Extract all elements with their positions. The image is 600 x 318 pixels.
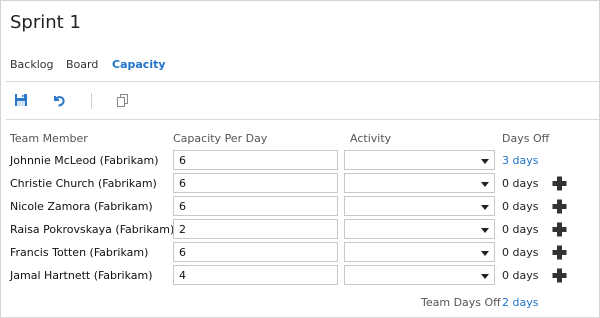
save-button[interactable] [12,91,32,111]
capacity-input[interactable] [173,219,338,239]
add-days-off-button[interactable] [552,199,567,214]
days-off-link[interactable]: 3 days [502,154,538,167]
copy-icon [117,94,128,107]
tab-backlog[interactable]: Backlog [10,58,53,71]
plus-icon [552,222,567,237]
table-row: Johnnie McLeod (Fabrikam) 3 days [1,150,600,173]
table-row: Jamal Hartnett (Fabrikam) 0 days [1,265,600,288]
days-off-value: 0 days [502,177,539,190]
member-name: Francis Totten (Fabrikam) [10,246,149,259]
chevron-down-icon [481,251,489,256]
plus-icon [552,176,567,191]
undo-button[interactable] [50,91,70,111]
days-off-value: 0 days [502,246,539,259]
header-capacity: Capacity Per Day [173,132,268,145]
member-name: Jamal Hartnett (Fabrikam) [10,269,153,282]
chevron-down-icon [481,274,489,279]
activity-dropdown[interactable] [344,150,495,170]
chevron-down-icon [481,159,489,164]
table-row: Raisa Pokrovskaya (Fabrikam) 0 days [1,219,600,242]
table-row: Nicole Zamora (Fabrikam) 0 days [1,196,600,219]
capacity-input[interactable] [173,265,338,285]
capacity-panel: Sprint 1 Backlog Board Capacity Team Mem… [0,0,600,318]
chevron-down-icon [481,205,489,210]
member-name: Christie Church (Fabrikam) [10,177,157,190]
chevron-down-icon [481,228,489,233]
table-row: Christie Church (Fabrikam) 0 days [1,173,600,196]
tabs-divider [6,81,599,82]
toolbar-divider [6,119,599,120]
add-days-off-button[interactable] [552,222,567,237]
capacity-input[interactable] [173,196,338,216]
team-days-off-link[interactable]: 2 days [502,296,538,309]
header-team-member: Team Member [10,132,88,145]
copy-button[interactable] [114,91,134,111]
add-days-off-button[interactable] [552,245,567,260]
page-title: Sprint 1 [10,12,81,33]
plus-icon [552,268,567,283]
member-name: Raisa Pokrovskaya (Fabrikam) [10,223,175,236]
add-days-off-button[interactable] [552,176,567,191]
save-icon [15,94,27,106]
header-activity: Activity [350,132,392,145]
plus-icon [552,245,567,260]
activity-dropdown[interactable] [344,173,495,193]
activity-dropdown[interactable] [344,219,495,239]
member-name: Johnnie McLeod (Fabrikam) [10,154,159,167]
header-days-off: Days Off [502,132,550,145]
team-days-off-label: Team Days Off [421,296,501,309]
days-off-value: 0 days [502,200,539,213]
add-days-off-button[interactable] [552,268,567,283]
activity-dropdown[interactable] [344,265,495,285]
capacity-input[interactable] [173,173,338,193]
days-off-value: 0 days [502,223,539,236]
undo-icon [54,96,65,107]
days-off-value: 0 days [502,269,539,282]
toolbar-separator [91,93,92,109]
tab-capacity[interactable]: Capacity [112,58,166,71]
table-row: Francis Totten (Fabrikam) 0 days [1,242,600,265]
member-name: Nicole Zamora (Fabrikam) [10,200,153,213]
activity-dropdown[interactable] [344,196,495,216]
chevron-down-icon [481,182,489,187]
plus-icon [552,199,567,214]
tab-board[interactable]: Board [66,58,98,71]
capacity-input[interactable] [173,242,338,262]
activity-dropdown[interactable] [344,242,495,262]
capacity-input[interactable] [173,150,338,170]
